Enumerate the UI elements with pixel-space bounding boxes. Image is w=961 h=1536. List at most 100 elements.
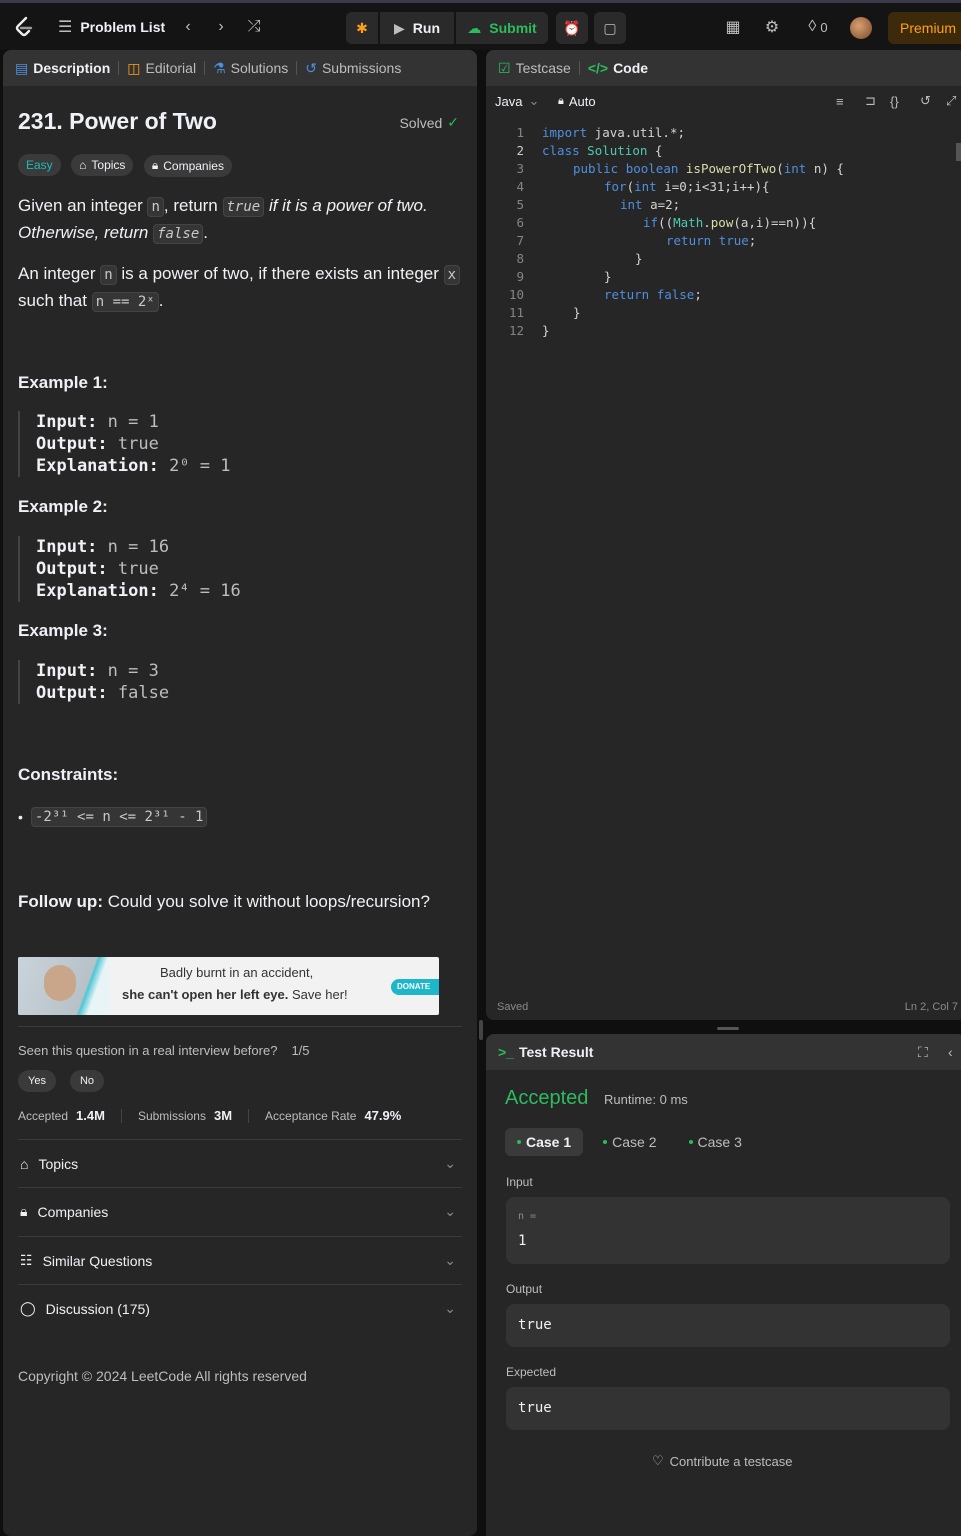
divider [18, 1026, 462, 1027]
divider [296, 61, 298, 75]
companies-tag[interactable]: 🔒︎ Companies [143, 154, 232, 177]
copyright: Copyright © 2024 LeetCode All rights res… [18, 1368, 307, 1384]
vertical-resize-handle[interactable] [479, 1020, 483, 1040]
horizontal-resize-handle[interactable] [717, 1027, 739, 1030]
tag-icon: ⌂ [79, 158, 87, 172]
list-icon: ☰ [58, 19, 73, 36]
bullet: • [18, 809, 23, 825]
notes-button[interactable]: ▢ [594, 12, 626, 44]
fire-icon: ◊ [808, 18, 817, 35]
braces-icon[interactable]: {} [890, 94, 899, 109]
leetcode-logo-icon[interactable] [12, 15, 36, 39]
streak-counter[interactable]: ◊ 0 [800, 15, 836, 39]
flask-icon: ⚗ [213, 59, 226, 76]
bookmark-icon[interactable]: ⊐ [865, 93, 876, 109]
collapse-icon[interactable]: ‹ [948, 1044, 953, 1060]
example-3-title: Example 3: [18, 621, 108, 640]
divider [204, 61, 206, 75]
test-result-panel: >_ Test Result ⛶ ‹ Accepted Runtime: 0 m… [486, 1034, 961, 1536]
ad-photo-face [44, 965, 76, 1001]
chevron-down-icon: ⌄ [528, 93, 540, 108]
interview-question: Seen this question in a real interview b… [18, 1043, 310, 1058]
editor-toolbar: Java ⌄ 🔒︎ Auto ≡ ⊐ {} ↺ ⤢ [486, 86, 961, 116]
accordion-topics[interactable]: ⌂ Topics ⌄ [18, 1139, 462, 1187]
tab-solutions[interactable]: ⚗ Solutions [213, 60, 288, 77]
example-2-title: Example 2: [18, 497, 108, 516]
donation-ad-banner[interactable]: Badly burnt in an accident, she can't op… [18, 957, 439, 1015]
pass-dot [517, 1140, 521, 1144]
layout-grid-icon[interactable]: ▦ [721, 15, 745, 39]
premium-button[interactable]: Premium [888, 12, 961, 44]
pass-dot [688, 1140, 693, 1144]
cloud-upload-icon: ☁ [467, 19, 482, 36]
maximize-icon[interactable]: ⛶ [918, 1044, 928, 1061]
solved-status: Solved ✓ [399, 114, 459, 131]
chevron-down-icon: ⌄ [444, 1300, 456, 1316]
problem-title[interactable]: 231. Power of Two [18, 108, 463, 135]
tag-icon: ⌂ [20, 1155, 29, 1172]
param-name: n = [518, 1211, 537, 1222]
problem-list-button[interactable]: ☰ Problem List [58, 17, 165, 37]
timer-button[interactable]: ⏰ [556, 12, 588, 44]
accordion-companies[interactable]: 🔒︎ Companies ⌄ [18, 1187, 462, 1235]
prev-problem-icon[interactable]: ‹ [176, 15, 200, 39]
pass-dot [603, 1140, 608, 1144]
yes-button[interactable]: Yes [18, 1070, 56, 1092]
topics-tag[interactable]: ⌂ Topics [71, 154, 134, 176]
code-panel: ☑ Testcase </> Code Java ⌄ 🔒︎ Auto ≡ ⊐ {… [486, 50, 961, 1020]
no-button[interactable]: No [69, 1070, 105, 1092]
output-value: true [518, 1317, 552, 1333]
gear-icon[interactable]: ⚙ [760, 15, 784, 39]
example-3-block: Input: n = 3 Output: false [18, 660, 463, 704]
play-icon: ▶ [394, 19, 405, 36]
input-value: 1 [518, 1233, 527, 1249]
code-editor[interactable]: 1 import java.util.*; 2 class Solution { 3… [486, 124, 961, 1004]
contribute-testcase-button[interactable]: ♡ Contribute a testcase [652, 1453, 793, 1469]
reset-icon[interactable]: ↺ [920, 93, 931, 109]
scrollbar[interactable] [956, 143, 961, 161]
tab-case-2[interactable]: Case 2 [591, 1128, 668, 1156]
submit-button[interactable]: ☁ Submit [456, 12, 548, 44]
next-problem-icon[interactable]: › [209, 15, 233, 39]
book-icon: ◫ [127, 59, 141, 76]
description-panel: ▤ Description ◫ Editorial ⚗ Solutions ↺ … [3, 50, 477, 1536]
format-icon[interactable]: ≡ [836, 94, 844, 109]
chat-bubble-icon: ◯ [20, 1300, 36, 1316]
autocomplete-toggle[interactable]: 🔒︎ Auto [558, 94, 596, 109]
lock-icon: 🔒︎ [151, 158, 159, 172]
accordion-similar-questions[interactable]: ☷ Similar Questions ⌄ [18, 1236, 462, 1284]
expected-value: true [518, 1400, 552, 1416]
constraints-title: Constraints: [18, 765, 119, 784]
checkbox-icon: ☑ [498, 59, 511, 76]
history-icon: ↺ [305, 59, 317, 76]
input-box[interactable]: n = 1 [506, 1197, 950, 1264]
output-box: true [506, 1304, 950, 1347]
accordion-discussion[interactable]: ◯ Discussion (175) ⌄ [18, 1284, 462, 1332]
alarm-clock-icon: ⏰ [563, 19, 581, 36]
example-2-block: Input: n = 16 Output: true Explanation: … [18, 536, 463, 602]
example-1-title: Example 1: [18, 373, 108, 392]
tab-code[interactable]: </> Code [588, 60, 648, 76]
stats-row: Accepted 1.4M Submissions 3M Acceptance … [18, 1108, 402, 1123]
list-tree-icon: ☷ [20, 1252, 33, 1268]
tab-case-3[interactable]: Case 3 [677, 1128, 754, 1156]
result-status: Accepted [505, 1087, 589, 1109]
avatar[interactable] [850, 17, 872, 39]
tab-testcase[interactable]: ☑ Testcase [498, 60, 571, 77]
ad-line-2: she can't open her left eye. Save her! [122, 987, 348, 1002]
test-result-header: >_ Test Result ⛶ ‹ [486, 1034, 961, 1070]
expand-icon[interactable]: ⤢ [946, 93, 956, 109]
donate-button[interactable]: DONATE [391, 979, 439, 995]
divider [120, 1108, 122, 1123]
tab-case-1[interactable]: Case 1 [505, 1128, 584, 1156]
language-select[interactable]: Java ⌄ [495, 93, 539, 109]
debug-button[interactable]: ✱ [346, 12, 378, 44]
tab-description[interactable]: ▤ Description [15, 60, 110, 77]
shuffle-icon[interactable]: ⤮ [242, 15, 266, 39]
chevron-down-icon: ⌄ [444, 1252, 456, 1268]
tab-submissions[interactable]: ↺ Submissions [305, 60, 401, 77]
run-button[interactable]: ▶ Run [380, 12, 454, 44]
tab-editorial[interactable]: ◫ Editorial [127, 60, 196, 77]
check-circle-icon: ✓ [447, 114, 459, 130]
note-icon: ▢ [603, 19, 617, 36]
